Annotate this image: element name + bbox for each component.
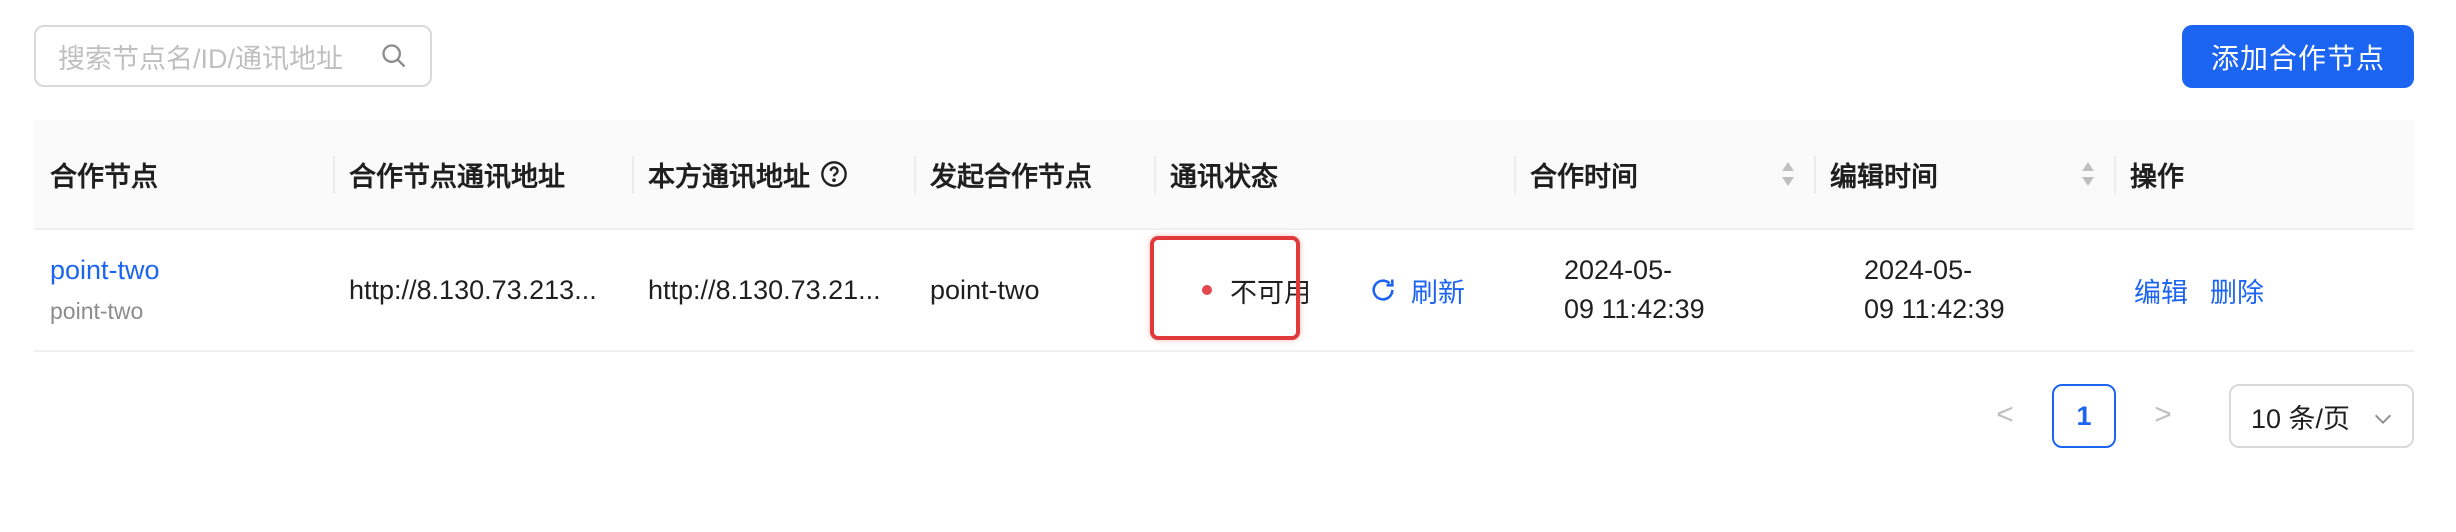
refresh-button[interactable]: 刷新: [1369, 271, 1465, 310]
chevron-left-icon: <: [1996, 398, 2014, 431]
search-input[interactable]: 搜索节点名/ID/通讯地址: [34, 25, 432, 87]
table-header: 合作节点 合作节点通讯地址 本方通讯地址 发起合作节点 通讯状态 合作时间 编辑…: [34, 120, 2414, 230]
column-header-edited-time[interactable]: 编辑时间: [1814, 120, 2114, 228]
edit-button[interactable]: 编辑: [2134, 271, 2188, 310]
prev-page-button[interactable]: <: [1974, 384, 2036, 446]
column-header-initiator: 发起合作节点: [914, 120, 1154, 228]
edited-time-cell: 2024-05- 09 11:42:39: [1864, 255, 2005, 324]
search-placeholder: 搜索节点名/ID/通讯地址: [58, 43, 344, 74]
add-partner-node-button[interactable]: 添加合作节点: [2182, 25, 2414, 88]
sort-icon[interactable]: [1780, 160, 1796, 188]
partner-address-cell: http://8.130.73.213...: [349, 274, 597, 305]
column-header-created-time[interactable]: 合作时间: [1514, 120, 1814, 228]
column-header-actions: 操作: [2114, 120, 2414, 228]
chevron-down-icon: [2375, 414, 2391, 424]
refresh-icon: [1372, 279, 1394, 301]
page-size-select[interactable]: 10 条/页: [2229, 384, 2414, 448]
partner-nodes-table: 合作节点 合作节点通讯地址 本方通讯地址 发起合作节点 通讯状态 合作时间 编辑…: [34, 120, 2414, 352]
search-icon[interactable]: [380, 42, 408, 70]
node-name-link[interactable]: point-two: [50, 255, 333, 286]
actions-cell: 编辑 删除: [2114, 230, 2414, 350]
column-header-partner-address: 合作节点通讯地址: [333, 120, 632, 228]
node-cell: point-two point-two: [34, 230, 333, 350]
local-address-cell: http://8.130.73.21...: [648, 274, 881, 305]
status-highlight-box: [1150, 236, 1300, 340]
column-header-status: 通讯状态: [1154, 120, 1514, 228]
delete-button[interactable]: 删除: [2210, 271, 2264, 310]
initiator-cell: point-two: [930, 274, 1040, 305]
page-1-button[interactable]: 1: [2052, 384, 2116, 448]
next-page-button[interactable]: >: [2132, 384, 2194, 446]
node-id: point-two: [50, 298, 144, 324]
sort-icon[interactable]: [2080, 160, 2096, 188]
help-icon[interactable]: [820, 160, 848, 188]
refresh-label: 刷新: [1411, 277, 1465, 308]
page-size-value: 10 条/页: [2251, 403, 2351, 434]
column-header-node: 合作节点: [50, 161, 158, 192]
created-time-cell: 2024-05- 09 11:42:39: [1564, 255, 1705, 324]
column-header-local-address: 本方通讯地址: [632, 120, 914, 228]
chevron-right-icon: >: [2154, 398, 2172, 431]
